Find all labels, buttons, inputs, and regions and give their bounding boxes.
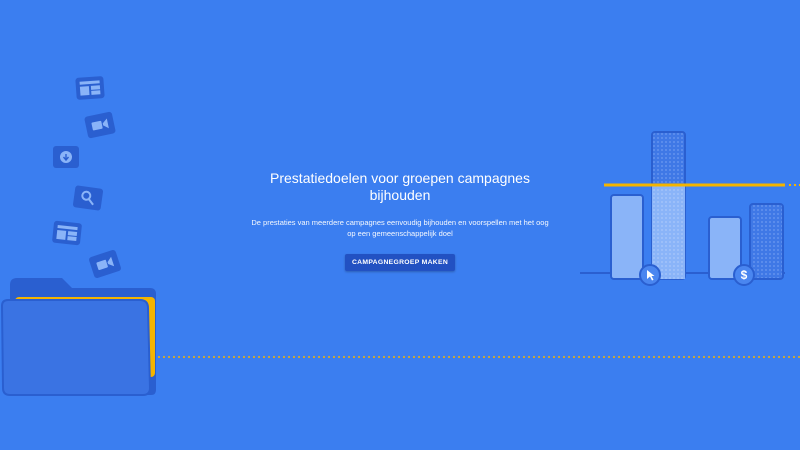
dollar-icon: $ xyxy=(733,264,755,286)
bar-2-lower xyxy=(652,185,685,279)
search-icon xyxy=(72,185,104,211)
download-icon xyxy=(53,146,79,168)
create-campaign-group-button[interactable]: CAMPAGNEGROEP MAKEN xyxy=(344,254,456,271)
layout-icon xyxy=(52,220,82,246)
empty-state-screen: $ Prestatiedoelen voor groepen campagnes… xyxy=(0,0,800,450)
bar-1 xyxy=(610,194,644,280)
hero-content: Prestatiedoelen voor groepen campagnes b… xyxy=(250,170,550,271)
page-title: Prestatiedoelen voor groepen campagnes b… xyxy=(270,170,530,203)
video-icon xyxy=(89,249,121,279)
bar-4 xyxy=(749,203,784,280)
layout-icon xyxy=(75,76,105,100)
folder-icon xyxy=(0,278,156,396)
cursor-icon xyxy=(639,264,661,286)
video-icon xyxy=(84,111,116,139)
page-description: De prestaties van meerdere campagnes een… xyxy=(251,218,549,238)
svg-text:$: $ xyxy=(741,268,748,282)
